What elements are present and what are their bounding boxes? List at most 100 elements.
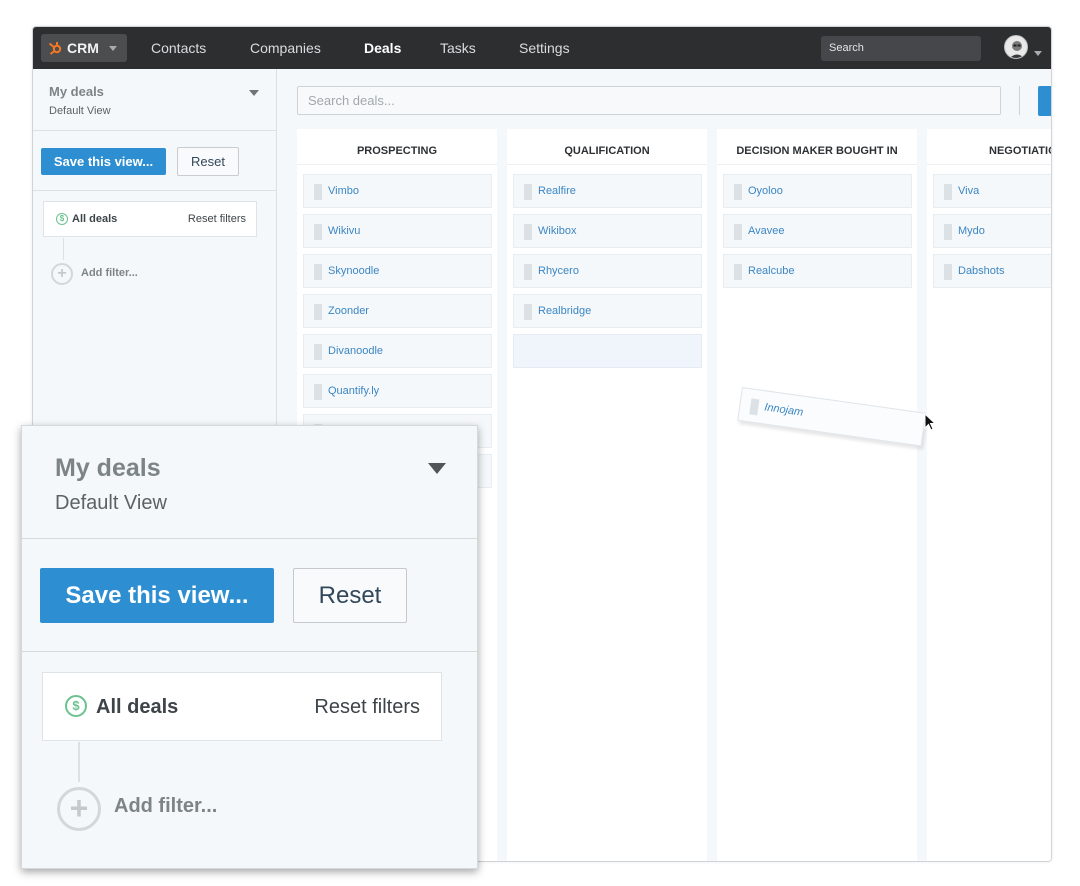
plus-circle-icon[interactable]: + — [57, 787, 101, 831]
deal-name[interactable]: Divanoodle — [328, 345, 383, 357]
user-photo-icon — [1009, 41, 1025, 58]
nav-settings[interactable]: Settings — [519, 40, 570, 56]
filter-card[interactable]: $ All deals Reset filters — [43, 201, 257, 237]
nav-deals[interactable]: Deals — [364, 40, 401, 56]
deal-name[interactable]: Dabshots — [958, 265, 1004, 277]
drag-handle-icon[interactable] — [944, 264, 952, 280]
search-deals-input[interactable]: Search deals... — [297, 86, 1001, 115]
save-view-button[interactable]: Save this view... — [40, 568, 274, 623]
drag-handle-icon[interactable] — [314, 384, 322, 400]
deal-card[interactable]: Divanoodle — [303, 334, 492, 368]
deal-card[interactable]: Mydo — [933, 214, 1051, 248]
pipeline-column: QUALIFICATION Realfire Wikibox Rhycero R… — [507, 129, 707, 861]
deal-card[interactable]: Skynoodle — [303, 254, 492, 288]
save-view-button[interactable]: Save this view... — [41, 148, 166, 175]
deal-name[interactable]: Viva — [958, 185, 979, 197]
hubspot-sprocket-icon — [48, 42, 62, 55]
deal-name[interactable]: Mydo — [958, 225, 985, 237]
deal-name[interactable]: Realbridge — [538, 305, 591, 317]
dollar-icon: $ — [56, 213, 68, 225]
top-navbar: CRM Contacts Companies Deals Tasks Setti… — [33, 27, 1051, 69]
drag-handle-icon[interactable] — [944, 224, 952, 240]
add-filter-link[interactable]: Add filter... — [114, 795, 217, 818]
chevron-down-icon[interactable] — [249, 90, 259, 96]
mouse-cursor-icon — [924, 413, 937, 431]
drop-placeholder — [513, 334, 702, 368]
view-selector[interactable]: My deals Default View — [33, 69, 276, 131]
drag-handle-icon[interactable] — [524, 304, 532, 320]
deal-card[interactable]: Avavee — [723, 214, 912, 248]
nav-companies[interactable]: Companies — [250, 40, 321, 56]
deal-name[interactable]: Wikibox — [538, 225, 577, 237]
user-avatar[interactable] — [1004, 35, 1028, 59]
view-selector[interactable]: My deals Default View — [22, 426, 477, 539]
divider — [1019, 86, 1020, 115]
deal-name[interactable]: Quantify.ly — [328, 385, 379, 397]
drag-handle-icon[interactable] — [314, 224, 322, 240]
deal-card[interactable]: Oyoloo — [723, 174, 912, 208]
deal-card[interactable]: Wikivu — [303, 214, 492, 248]
deal-name[interactable]: Realcube — [748, 265, 794, 277]
deal-name[interactable]: Innojam — [764, 401, 804, 418]
deal-card[interactable]: Realbridge — [513, 294, 702, 328]
create-deal-button[interactable] — [1038, 86, 1051, 116]
deal-name[interactable]: Skynoodle — [328, 265, 379, 277]
drag-handle-icon[interactable] — [314, 344, 322, 360]
drag-handle-icon[interactable] — [734, 184, 742, 200]
crm-menu-button[interactable]: CRM — [41, 34, 127, 62]
deal-card[interactable]: Quantify.ly — [303, 374, 492, 408]
plus-circle-icon[interactable]: + — [51, 263, 73, 285]
drag-handle-icon[interactable] — [944, 184, 952, 200]
view-actions: Save this view... Reset — [22, 539, 477, 652]
dollar-icon: $ — [65, 695, 87, 717]
filter-label: All deals — [72, 213, 118, 225]
drag-handle-icon[interactable] — [524, 264, 532, 280]
view-subtitle: Default View — [55, 492, 167, 514]
pipeline-column: NEGOTIATIO Viva Mydo Dabshots — [927, 129, 1051, 861]
drag-handle-icon[interactable] — [524, 224, 532, 240]
global-search-input[interactable]: Search — [821, 36, 981, 61]
zoomed-sidebar-callout: My deals Default View Save this view... … — [21, 425, 478, 869]
deal-name[interactable]: Vimbo — [328, 185, 359, 197]
drag-handle-icon[interactable] — [734, 264, 742, 280]
drag-handle-icon[interactable] — [734, 224, 742, 240]
nav-contacts[interactable]: Contacts — [151, 40, 206, 56]
deal-name[interactable]: Avavee — [748, 225, 785, 237]
deal-card[interactable]: Wikibox — [513, 214, 702, 248]
chevron-down-icon[interactable] — [428, 463, 446, 474]
chevron-down-icon — [108, 45, 117, 51]
reset-filters-link[interactable]: Reset filters — [188, 213, 246, 225]
drag-handle-icon[interactable] — [524, 184, 532, 200]
view-title: My deals — [49, 84, 104, 99]
deal-card[interactable]: Dabshots — [933, 254, 1051, 288]
deal-name[interactable]: Wikivu — [328, 225, 360, 237]
filter-card[interactable]: $ All deals Reset filters — [42, 672, 442, 741]
deal-card[interactable]: Viva — [933, 174, 1051, 208]
drag-handle-icon[interactable] — [314, 304, 322, 320]
reset-filters-link[interactable]: Reset filters — [314, 696, 420, 719]
drag-handle-icon[interactable] — [314, 184, 322, 200]
divider — [63, 238, 64, 260]
chevron-down-icon[interactable] — [1034, 51, 1042, 56]
reset-button[interactable]: Reset — [293, 568, 407, 623]
view-subtitle: Default View — [49, 105, 111, 117]
deal-card[interactable]: Realcube — [723, 254, 912, 288]
deal-card[interactable]: Vimbo — [303, 174, 492, 208]
view-title: My deals — [55, 454, 161, 482]
crm-label: CRM — [67, 40, 99, 56]
deal-name[interactable]: Oyoloo — [748, 185, 783, 197]
column-header: PROSPECTING — [297, 129, 497, 165]
deal-card[interactable]: Rhycero — [513, 254, 702, 288]
deal-name[interactable]: Rhycero — [538, 265, 579, 277]
pipeline-column: DECISION MAKER BOUGHT IN Oyoloo Avavee R… — [717, 129, 917, 861]
drag-handle-icon[interactable] — [314, 264, 322, 280]
view-actions: Save this view... Reset — [33, 131, 276, 191]
deal-card[interactable]: Realfire — [513, 174, 702, 208]
deal-card[interactable]: Zoonder — [303, 294, 492, 328]
nav-tasks[interactable]: Tasks — [440, 40, 476, 56]
add-filter-link[interactable]: Add filter... — [81, 267, 138, 279]
deal-name[interactable]: Realfire — [538, 185, 576, 197]
drag-handle-icon[interactable] — [749, 398, 760, 416]
deal-name[interactable]: Zoonder — [328, 305, 369, 317]
reset-button[interactable]: Reset — [177, 147, 239, 176]
